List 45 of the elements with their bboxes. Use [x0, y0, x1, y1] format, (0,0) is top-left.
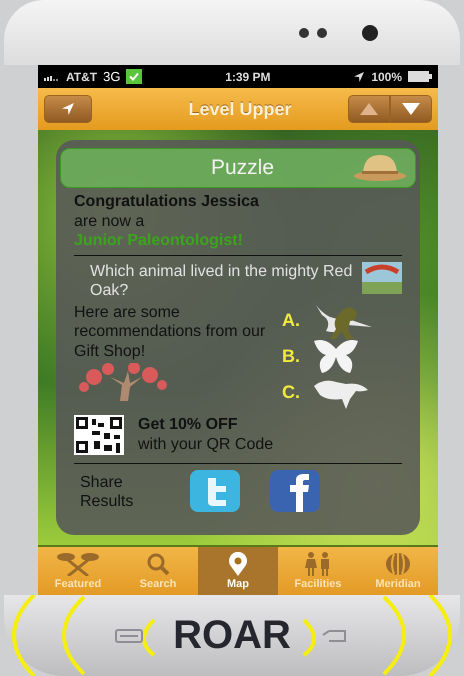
location-arrow-icon: [353, 70, 366, 82]
level-up-button[interactable]: [348, 95, 390, 123]
roar-label: ROAR: [173, 613, 291, 658]
tab-item[interactable]: Facilities: [278, 547, 358, 595]
achievement-title: Junior Paleontologist!: [74, 231, 244, 251]
triangle-up-icon: [360, 103, 378, 115]
carrier-name: AT&T: [66, 70, 98, 84]
tab-item[interactable]: Search: [118, 547, 198, 595]
bird-logo-button[interactable]: [190, 470, 240, 515]
tab-item[interactable]: Featured: [38, 547, 118, 595]
check-icon: [126, 69, 142, 84]
puzzle-question: Which animal lived in the mighty Red Oak?: [90, 262, 354, 301]
bird-logo-icon: [190, 470, 240, 512]
qr-code-icon: [74, 414, 124, 455]
battery-icon: [408, 71, 432, 82]
option-letter: B.: [282, 346, 301, 368]
pith-helmet-icon: [353, 153, 407, 183]
puzzle-title: Puzzle: [211, 155, 274, 181]
search-icon: [146, 552, 170, 576]
f-logo-icon: [270, 470, 320, 512]
congrats-text: are now a: [74, 212, 146, 232]
clock-time: 1:39 PM: [225, 70, 271, 84]
tab-item[interactable]: Meridian: [358, 547, 438, 595]
f-logo-button[interactable]: [270, 470, 320, 515]
option-letter: C.: [282, 382, 301, 404]
restroom-icon: [304, 552, 332, 576]
option-letter: A.: [282, 310, 301, 332]
coupon-text: with your QR Code: [138, 434, 274, 454]
book-cover-icon: [362, 262, 402, 294]
triangle-down-icon: [402, 103, 420, 115]
network-type: 3G: [103, 69, 120, 84]
tab-item[interactable]: Map: [198, 547, 278, 595]
level-down-button[interactable]: [390, 95, 432, 123]
battery-percent: 100%: [371, 70, 402, 84]
coupon-title: Get 10% OFF: [138, 415, 239, 435]
utensils-icon: [56, 552, 100, 576]
share-label: Share Results: [80, 472, 134, 512]
location-arrow-icon: [61, 102, 75, 116]
level-title: Level Upper: [187, 98, 293, 120]
map-pin-icon: [228, 552, 248, 576]
location-button[interactable]: [44, 95, 92, 123]
congrats-heading: Congratulations Jessica: [74, 192, 260, 212]
camera-icon: [296, 24, 380, 40]
globe-icon: [385, 552, 411, 576]
gift-shop-text: Here are some recommendations from our Gift Shop!: [74, 302, 266, 362]
